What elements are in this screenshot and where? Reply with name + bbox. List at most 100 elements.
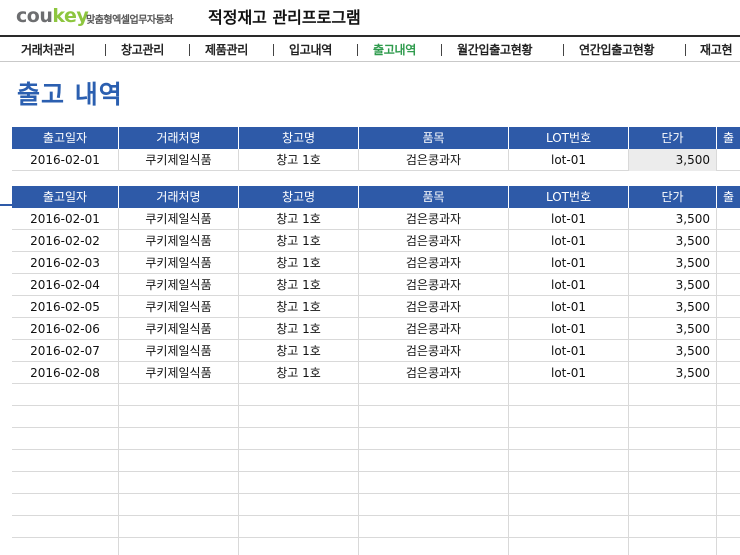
quantity-cell[interactable] xyxy=(717,362,740,384)
lot-cell[interactable]: lot-01 xyxy=(509,252,629,274)
lot-cell[interactable] xyxy=(509,516,629,538)
price-cell[interactable] xyxy=(629,494,717,516)
input-warehouse-cell[interactable]: 창고 1호 xyxy=(239,149,359,171)
quantity-cell[interactable] xyxy=(717,538,740,555)
table-row[interactable]: 2016-02-07 쿠키제일식품 창고 1호 검은콩과자 lot-01 3,500 xyxy=(12,340,740,362)
lot-cell[interactable]: lot-01 xyxy=(509,230,629,252)
nav-item-outbound[interactable]: 출고내역 xyxy=(373,41,416,58)
table-row[interactable]: 2016-02-05 쿠키제일식품 창고 1호 검은콩과자 lot-01 3,500 xyxy=(12,296,740,318)
client-cell[interactable] xyxy=(119,494,239,516)
date-cell[interactable]: 2016-02-07 xyxy=(12,340,119,362)
date-cell[interactable] xyxy=(12,384,119,406)
item-cell[interactable]: 검은콩과자 xyxy=(359,252,509,274)
price-cell[interactable] xyxy=(629,384,717,406)
client-cell[interactable] xyxy=(119,428,239,450)
table-row[interactable]: 2016-02-08 쿠키제일식품 창고 1호 검은콩과자 lot-01 3,500 xyxy=(12,362,740,384)
item-cell[interactable] xyxy=(359,384,509,406)
warehouse-cell[interactable]: 창고 1호 xyxy=(239,340,359,362)
lot-cell[interactable] xyxy=(509,428,629,450)
price-cell[interactable] xyxy=(629,472,717,494)
warehouse-cell[interactable] xyxy=(239,494,359,516)
quantity-cell[interactable] xyxy=(717,252,740,274)
item-cell[interactable] xyxy=(359,428,509,450)
nav-item-inbound[interactable]: 입고내역 xyxy=(289,41,332,58)
warehouse-cell[interactable]: 창고 1호 xyxy=(239,274,359,296)
client-cell[interactable] xyxy=(119,384,239,406)
item-cell[interactable] xyxy=(359,472,509,494)
lot-cell[interactable] xyxy=(509,538,629,555)
table-row[interactable] xyxy=(12,384,740,406)
table-row[interactable] xyxy=(12,428,740,450)
client-cell[interactable] xyxy=(119,450,239,472)
client-cell[interactable]: 쿠키제일식품 xyxy=(119,274,239,296)
lot-cell[interactable] xyxy=(509,472,629,494)
quantity-cell[interactable] xyxy=(717,428,740,450)
item-cell[interactable]: 검은콩과자 xyxy=(359,230,509,252)
date-cell[interactable] xyxy=(12,516,119,538)
client-cell[interactable] xyxy=(119,406,239,428)
lot-cell[interactable] xyxy=(509,450,629,472)
client-cell[interactable]: 쿠키제일식품 xyxy=(119,252,239,274)
date-cell[interactable] xyxy=(12,538,119,555)
table-row[interactable]: 2016-02-01 쿠키제일식품 창고 1호 검은콩과자 lot-01 3,500 xyxy=(12,208,740,230)
quantity-cell[interactable] xyxy=(717,318,740,340)
warehouse-cell[interactable]: 창고 1호 xyxy=(239,296,359,318)
nav-item-monthly-status[interactable]: 월간입출고현황 xyxy=(457,41,532,58)
input-quantity-cell[interactable] xyxy=(717,149,740,171)
warehouse-cell[interactable]: 창고 1호 xyxy=(239,208,359,230)
input-client-cell[interactable]: 쿠키제일식품 xyxy=(119,149,239,171)
table-row[interactable] xyxy=(12,406,740,428)
quantity-cell[interactable] xyxy=(717,340,740,362)
input-lot-cell[interactable]: lot-01 xyxy=(509,149,629,171)
item-cell[interactable] xyxy=(359,406,509,428)
warehouse-cell[interactable]: 창고 1호 xyxy=(239,230,359,252)
item-cell[interactable]: 검은콩과자 xyxy=(359,274,509,296)
price-cell[interactable]: 3,500 xyxy=(629,362,717,384)
lot-cell[interactable]: lot-01 xyxy=(509,296,629,318)
quantity-cell[interactable] xyxy=(717,494,740,516)
table-row[interactable]: 2016-02-04 쿠키제일식품 창고 1호 검은콩과자 lot-01 3,500 xyxy=(12,274,740,296)
lot-cell[interactable]: lot-01 xyxy=(509,274,629,296)
date-cell[interactable] xyxy=(12,428,119,450)
date-cell[interactable]: 2016-02-02 xyxy=(12,230,119,252)
client-cell[interactable]: 쿠키제일식품 xyxy=(119,230,239,252)
date-cell[interactable]: 2016-02-05 xyxy=(12,296,119,318)
price-cell[interactable]: 3,500 xyxy=(629,340,717,362)
item-cell[interactable]: 검은콩과자 xyxy=(359,208,509,230)
table-row[interactable]: 2016-02-03 쿠키제일식품 창고 1호 검은콩과자 lot-01 3,500 xyxy=(12,252,740,274)
client-cell[interactable] xyxy=(119,472,239,494)
date-cell[interactable]: 2016-02-01 xyxy=(12,208,119,230)
table-row[interactable] xyxy=(12,494,740,516)
date-cell[interactable] xyxy=(12,406,119,428)
item-cell[interactable]: 검은콩과자 xyxy=(359,318,509,340)
quantity-cell[interactable] xyxy=(717,230,740,252)
quantity-cell[interactable] xyxy=(717,472,740,494)
warehouse-cell[interactable] xyxy=(239,384,359,406)
quantity-cell[interactable] xyxy=(717,296,740,318)
lot-cell[interactable]: lot-01 xyxy=(509,362,629,384)
date-cell[interactable] xyxy=(12,494,119,516)
warehouse-cell[interactable] xyxy=(239,538,359,555)
input-date-cell[interactable]: 2016-02-01 xyxy=(12,149,119,171)
quantity-cell[interactable] xyxy=(717,384,740,406)
item-cell[interactable] xyxy=(359,538,509,555)
item-cell[interactable] xyxy=(359,450,509,472)
item-cell[interactable] xyxy=(359,516,509,538)
warehouse-cell[interactable] xyxy=(239,472,359,494)
warehouse-cell[interactable]: 창고 1호 xyxy=(239,252,359,274)
date-cell[interactable] xyxy=(12,450,119,472)
date-cell[interactable]: 2016-02-06 xyxy=(12,318,119,340)
warehouse-cell[interactable] xyxy=(239,428,359,450)
price-cell[interactable]: 3,500 xyxy=(629,296,717,318)
table-row[interactable]: 2016-02-06 쿠키제일식품 창고 1호 검은콩과자 lot-01 3,500 xyxy=(12,318,740,340)
lot-cell[interactable]: lot-01 xyxy=(509,208,629,230)
client-cell[interactable]: 쿠키제일식품 xyxy=(119,296,239,318)
client-cell[interactable]: 쿠키제일식품 xyxy=(119,362,239,384)
warehouse-cell[interactable]: 창고 1호 xyxy=(239,318,359,340)
table-row[interactable]: 2016-02-02 쿠키제일식품 창고 1호 검은콩과자 lot-01 3,500 xyxy=(12,230,740,252)
date-cell[interactable] xyxy=(12,472,119,494)
table-row[interactable] xyxy=(12,538,740,555)
client-cell[interactable]: 쿠키제일식품 xyxy=(119,318,239,340)
price-cell[interactable] xyxy=(629,406,717,428)
client-cell[interactable] xyxy=(119,516,239,538)
